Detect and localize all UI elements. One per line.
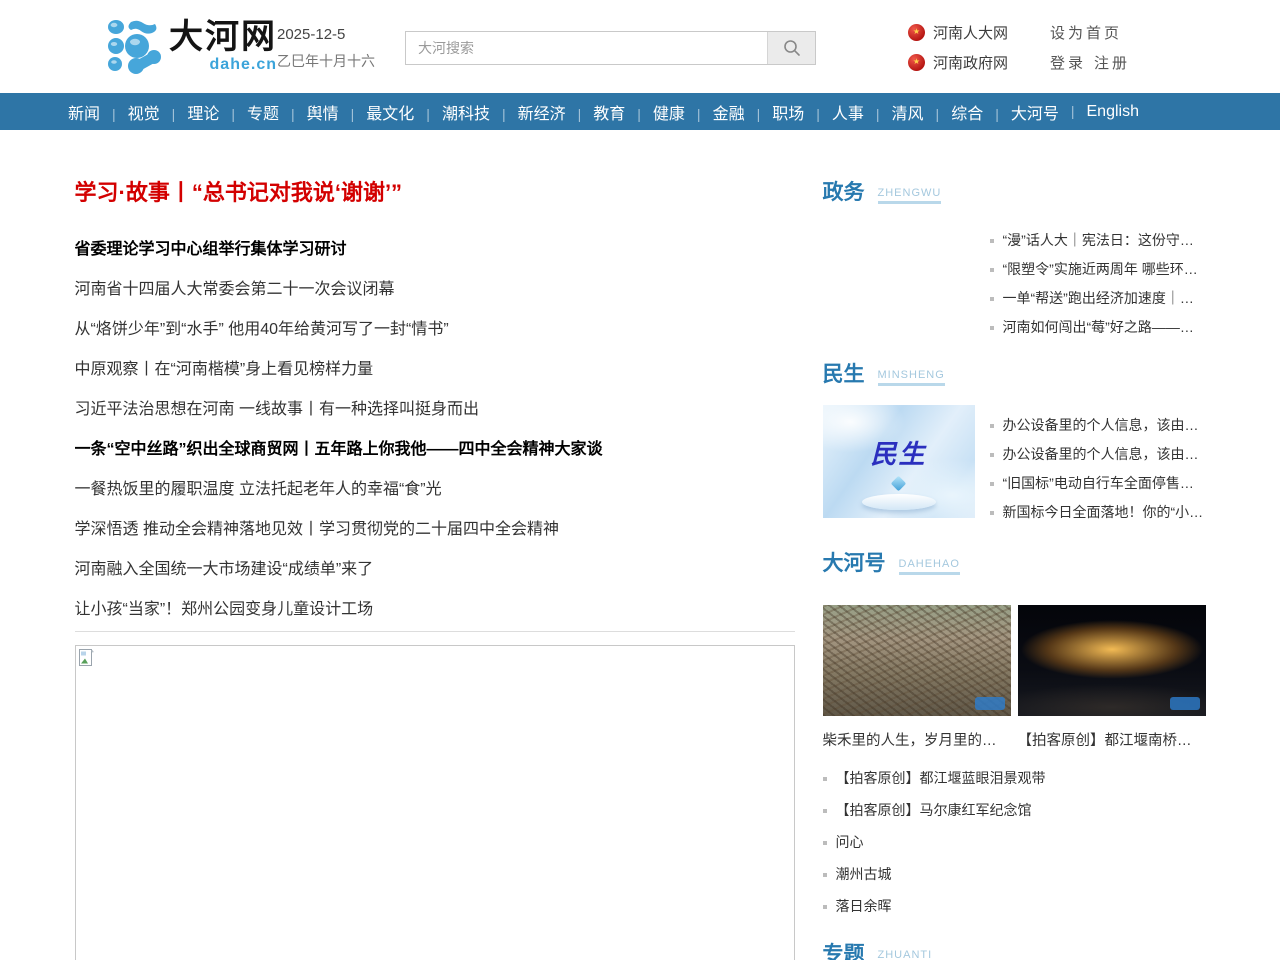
list-item[interactable]: 办公设备里的个人信息，该由… xyxy=(990,440,1206,469)
list-item[interactable]: 问心 xyxy=(823,826,1206,858)
lunar-date: 乙巳年十月十六 xyxy=(277,51,375,71)
nav-item-tech[interactable]: 潮科技 xyxy=(426,100,490,124)
headline-news-list: 省委理论学习中心组举行集体学习研讨 河南省十四届人大常委会第二十一次会议闭幕 从… xyxy=(75,227,795,627)
broken-image-icon xyxy=(79,649,94,666)
card-caption[interactable]: 柴禾里的人生，岁月里的… xyxy=(823,729,1011,750)
nav-item-visual[interactable]: 视觉 xyxy=(112,100,160,124)
card-caption[interactable]: 【拍客原创】都江堰南桥… xyxy=(1018,729,1206,750)
minsheng-image[interactable]: 民生 xyxy=(823,405,975,518)
search-input[interactable] xyxy=(406,32,767,64)
search-button[interactable] xyxy=(767,32,815,64)
top-headline[interactable]: 学习·故事丨“总书记对我说‘谢谢’” xyxy=(75,180,795,206)
dahehao-list: 【拍客原创】都江堰蓝眼泪景观带 【拍客原创】马尔康红军纪念馆 问心 潮州古城 落… xyxy=(823,762,1206,922)
section-zhengwu: 政务 ZHENGWU “漫”话人大｜宪法日：这份守… “限塑令”实施近两周年 哪… xyxy=(823,180,1206,342)
nav-item-english[interactable]: English xyxy=(1071,103,1139,121)
set-home-link[interactable]: 设为首页 xyxy=(1050,22,1122,43)
zhengwu-list: “漫”话人大｜宪法日：这份守… “限塑令”实施近两周年 哪些环… 一单“帮送”跑… xyxy=(990,226,1206,342)
list-item[interactable]: 一单“帮送”跑出经济加速度｜… xyxy=(990,284,1206,313)
nav-item-career[interactable]: 职场 xyxy=(757,100,805,124)
national-emblem-icon xyxy=(908,54,925,71)
gov-links: 河南人大网 河南政府网 xyxy=(908,20,1008,80)
list-item[interactable]: 新国标今日全面落地！你的“小… xyxy=(990,498,1206,527)
main-nav: 新闻 视觉 理论 专题 舆情 最文化 潮科技 新经济 教育 健康 金融 职场 人… xyxy=(0,93,1280,130)
nav-item-finance[interactable]: 金融 xyxy=(697,100,745,124)
nav-item-theory[interactable]: 理论 xyxy=(172,100,220,124)
nav-item-health[interactable]: 健康 xyxy=(637,100,685,124)
dahehao-card[interactable] xyxy=(823,605,1011,716)
date-block: 2025-12-5 乙巳年十月十六 xyxy=(277,26,375,71)
list-item[interactable]: “旧国标”电动自行车全面停售… xyxy=(990,469,1206,498)
list-item[interactable]: 潮州古城 xyxy=(823,858,1206,890)
section-pinyin: ZHENGWU xyxy=(878,186,942,204)
section-title-dahehao[interactable]: 大河号 xyxy=(823,551,886,577)
news-item[interactable]: 让小孩“当家”！郑州公园变身儿童设计工场 xyxy=(75,587,795,627)
register-link[interactable]: 注册 xyxy=(1094,52,1130,73)
list-item[interactable]: 【拍客原创】都江堰蓝眼泪景观带 xyxy=(823,762,1206,794)
nav-item-yuqing[interactable]: 舆情 xyxy=(291,100,339,124)
site-logo[interactable]: 大河网 dahe.cn xyxy=(107,17,277,74)
card-image-night-bridge[interactable] xyxy=(1018,605,1206,716)
search-icon xyxy=(783,39,801,57)
list-item[interactable]: 河南如何闯出“莓”好之路——… xyxy=(990,313,1206,342)
featured-image-placeholder[interactable] xyxy=(75,645,795,960)
diamond-icon xyxy=(891,476,907,492)
news-item[interactable]: 中原观察丨在“河南楷模”身上看见榜样力量 xyxy=(75,347,795,387)
section-pinyin: DAHEHAO xyxy=(899,557,960,575)
left-column: 学习·故事丨“总书记对我说‘谢谢’” 省委理论学习中心组举行集体学习研讨 河南省… xyxy=(75,180,795,960)
nav-item-special[interactable]: 专题 xyxy=(231,100,279,124)
section-dahehao: 大河号 DAHEHAO 柴禾里的人生，岁月里的… 【拍客原创】都江堰南桥… 【拍… xyxy=(823,551,1206,922)
section-title-zhengwu[interactable]: 政务 xyxy=(823,180,865,206)
list-item[interactable]: 落日余晖 xyxy=(823,890,1206,922)
site-header: 大河网 dahe.cn 2025-12-5 乙巳年十月十六 河南人大网 河南政府… xyxy=(0,0,1280,93)
pedestal-shape xyxy=(862,494,936,510)
link-henan-gov[interactable]: 河南政府网 xyxy=(908,50,1008,74)
news-item[interactable]: 从“烙饼少年”到“水手” 他用40年给黄河写了一封“情书” xyxy=(75,307,795,347)
zhengwu-image-placeholder xyxy=(823,226,975,339)
card-image-firewood[interactable] xyxy=(823,605,1011,716)
nav-item-dahehao[interactable]: 大河号 xyxy=(995,100,1059,124)
dahe-logo-icon xyxy=(107,17,162,74)
section-pinyin: ZHUANTI xyxy=(878,948,933,960)
section-zhuanti: 专题 ZHUANTI xyxy=(823,942,1206,960)
link-henan-renda[interactable]: 河南人大网 xyxy=(908,20,1008,44)
news-item[interactable]: 河南融入全国统一大市场建设“成绩单”来了 xyxy=(75,547,795,587)
site-domain: dahe.cn xyxy=(169,57,277,73)
minsheng-list: 办公设备里的个人信息，该由… 办公设备里的个人信息，该由… “旧国标”电动自行车… xyxy=(990,405,1206,527)
national-emblem-icon xyxy=(908,24,925,41)
search-bar xyxy=(405,31,816,65)
right-sidebar: 政务 ZHENGWU “漫”话人大｜宪法日：这份守… “限塑令”实施近两周年 哪… xyxy=(823,180,1206,960)
gregorian-date: 2025-12-5 xyxy=(277,26,375,43)
nav-item-qingfeng[interactable]: 清风 xyxy=(876,100,924,124)
dahehao-card[interactable] xyxy=(1018,605,1206,716)
list-item[interactable]: “漫”话人大｜宪法日：这份守… xyxy=(990,226,1206,255)
section-title-minsheng[interactable]: 民生 xyxy=(823,362,865,388)
list-item[interactable]: 【拍客原创】马尔康红军纪念馆 xyxy=(823,794,1206,826)
login-link[interactable]: 登录 xyxy=(1050,52,1086,73)
minsheng-image-label: 民生 xyxy=(870,434,926,471)
list-item[interactable]: “限塑令”实施近两周年 哪些环… xyxy=(990,255,1206,284)
news-item[interactable]: 河南省十四届人大常委会第二十一次会议闭幕 xyxy=(75,267,795,307)
quick-links: 设为首页 登录 注册 xyxy=(1050,20,1130,80)
nav-item-news[interactable]: 新闻 xyxy=(68,100,100,124)
nav-item-economy[interactable]: 新经济 xyxy=(502,100,566,124)
news-item[interactable]: 一餐热饭里的履职温度 立法托起老年人的幸福“食”光 xyxy=(75,467,795,507)
news-item[interactable]: 一条“空中丝路”织出全球商贸网丨五年路上你我他——四中全会精神大家谈 xyxy=(75,427,795,467)
gov-link-label: 河南人大网 xyxy=(933,22,1008,43)
section-minsheng: 民生 MINSHENG 民生 办公设备里的个人信息，该由… 办公设备里的个人信息… xyxy=(823,362,1206,527)
news-item[interactable]: 习近平法治思想在河南 一线故事丨有一种选择叫挺身而出 xyxy=(75,387,795,427)
news-item[interactable]: 学深悟透 推动全会精神落地见效丨学习贯彻党的二十届四中全会精神 xyxy=(75,507,795,547)
gov-link-label: 河南政府网 xyxy=(933,52,1008,73)
site-name: 大河网 xyxy=(169,17,277,57)
nav-item-renshi[interactable]: 人事 xyxy=(816,100,864,124)
section-pinyin: MINSHENG xyxy=(878,368,945,386)
list-item[interactable]: 办公设备里的个人信息，该由… xyxy=(990,411,1206,440)
section-title-zhuanti[interactable]: 专题 xyxy=(823,942,865,960)
nav-item-zonghe[interactable]: 综合 xyxy=(936,100,984,124)
nav-item-education[interactable]: 教育 xyxy=(578,100,626,124)
news-item[interactable]: 省委理论学习中心组举行集体学习研讨 xyxy=(75,227,795,267)
nav-item-culture[interactable]: 最文化 xyxy=(351,100,415,124)
section-divider xyxy=(75,631,795,632)
main-content: 学习·故事丨“总书记对我说‘谢谢’” 省委理论学习中心组举行集体学习研讨 河南省… xyxy=(75,130,1206,960)
